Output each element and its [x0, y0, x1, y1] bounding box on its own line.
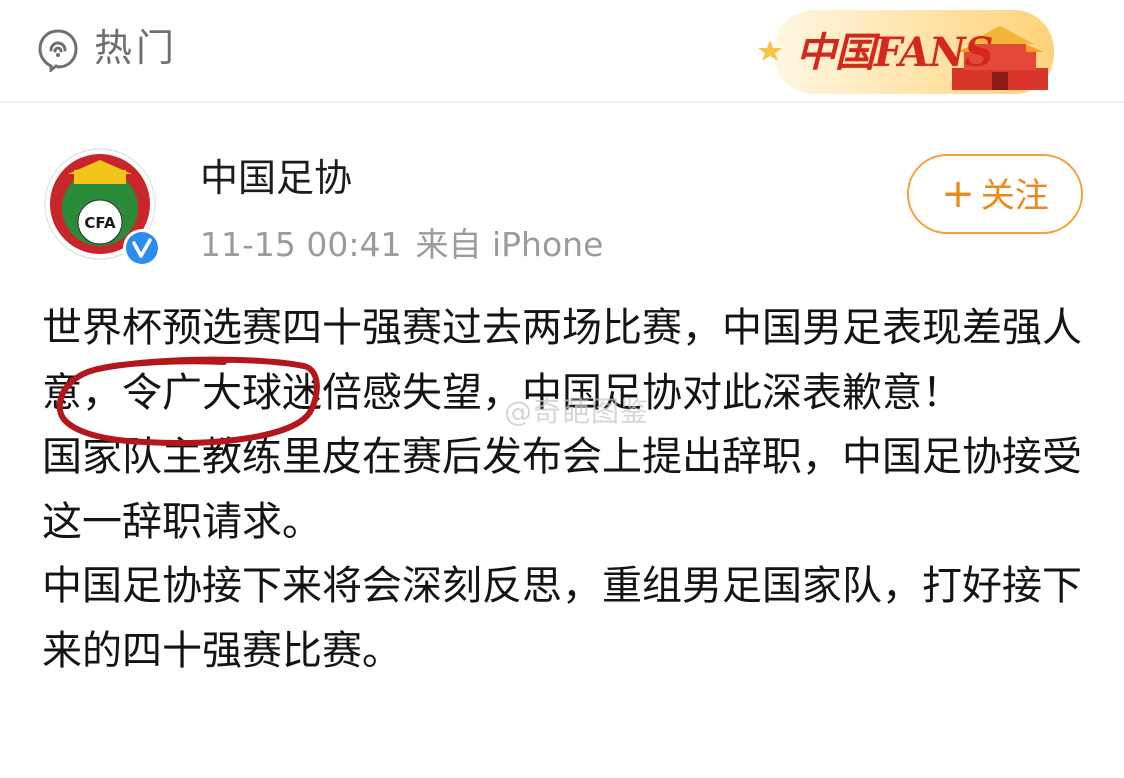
post-meta: 11-15 00:41 来自 iPhone — [200, 222, 617, 268]
section-label[interactable]: 热门 — [94, 22, 178, 74]
post-paragraph: 中国足协接下来将会深刻反思，重组男足国家队，打好接下来的四十强赛比赛。 — [42, 563, 1082, 674]
top-bar: 热门 中国FANS — [0, 0, 1124, 100]
avatar-logo-text: CFA — [84, 214, 116, 232]
follow-button[interactable]: + 关注 — [907, 154, 1083, 234]
badge-text: 中国FANS — [796, 29, 994, 76]
post-paragraph: 国家队主教练里皮在赛后发布会上提出辞职，中国足协接受这一辞职请求。 — [42, 434, 1082, 545]
verified-badge-icon — [122, 228, 162, 268]
watermark: @奇葩图鉴 — [504, 395, 650, 428]
post-source: 来自 iPhone — [415, 225, 604, 264]
hot-topic-icon[interactable] — [36, 28, 80, 74]
follow-label: 关注 — [980, 176, 1049, 216]
post-body: 世界杯预选赛四十强赛过去两场比赛，中国男足表现差强人意，令广大球迷倍感失望，中国… — [42, 296, 1112, 684]
header-divider — [0, 101, 1124, 103]
plus-icon: + — [941, 171, 975, 217]
china-fans-badge: 中国FANS — [756, 2, 1056, 98]
author-name[interactable]: 中国足协 — [200, 152, 352, 204]
post-timestamp: 11-15 00:41 — [200, 225, 402, 264]
